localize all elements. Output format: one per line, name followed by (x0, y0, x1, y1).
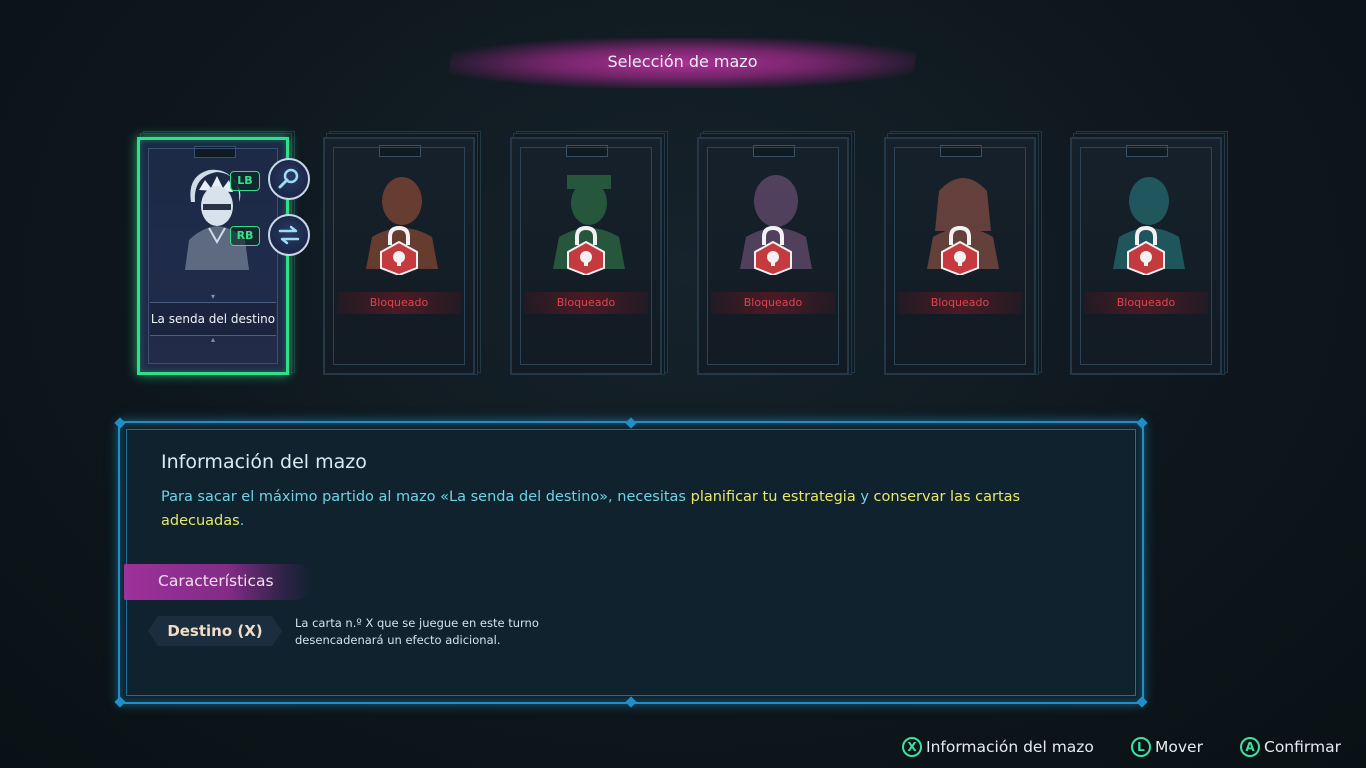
magnifier-icon (278, 168, 299, 189)
character-silhouette (1086, 159, 1208, 271)
hint-move[interactable]: L Mover (1131, 735, 1203, 759)
lock-icon (1127, 225, 1165, 275)
locked-label: Bloqueado (711, 292, 835, 314)
deck-info-panel: Información del mazo Para sacar el máxim… (114, 417, 1148, 708)
deck-card-2[interactable]: Bloqueado (510, 131, 670, 380)
rb-button-hint: RB (230, 226, 260, 246)
characteristics-label: Características (158, 572, 274, 590)
locked-label: Bloqueado (1084, 292, 1208, 314)
l-stick-icon: L (1131, 737, 1151, 757)
page-title: Selección de mazo (607, 52, 758, 71)
info-title: Información del mazo (161, 451, 367, 473)
deck-card-face: Bloqueado (884, 137, 1036, 375)
lock-icon (754, 225, 792, 275)
deck-card-4[interactable]: Bloqueado (884, 131, 1044, 380)
desc-text: y (855, 489, 874, 505)
hint-label: Confirmar (1264, 738, 1341, 756)
deck-card-1[interactable]: Bloqueado (323, 131, 483, 380)
deck-card-face: ▾ La senda del destino ▴ (137, 137, 289, 375)
ornament-top: ▾ (210, 292, 215, 301)
desc-text: . (239, 513, 245, 529)
locked-label: Bloqueado (337, 292, 461, 314)
swap-button[interactable] (268, 214, 310, 256)
character-silhouette (526, 159, 648, 271)
hint-label: Mover (1155, 738, 1203, 756)
deck-card-face: Bloqueado (510, 137, 662, 375)
hint-deck-info[interactable]: X Información del mazo (902, 735, 1094, 759)
magnifier-button[interactable] (268, 158, 310, 200)
a-button-icon: A (1240, 737, 1260, 757)
x-button-icon: X (902, 737, 922, 757)
deck-card-5[interactable]: Bloqueado (1070, 131, 1230, 380)
deck-name: La senda del destino (150, 302, 276, 336)
lock-icon (567, 225, 605, 275)
hint-label: Información del mazo (926, 738, 1094, 756)
characteristics-header: Características (124, 561, 314, 603)
desc-highlight-strategy: planificar tu estrategia (690, 489, 856, 505)
desc-text: Para sacar el máximo partido al mazo «La… (161, 489, 691, 505)
locked-label: Bloqueado (898, 292, 1022, 314)
title-banner: Selección de mazo (446, 28, 919, 94)
character-silhouette (339, 159, 461, 271)
hint-confirm[interactable]: A Confirmar (1240, 735, 1341, 759)
lock-icon (941, 225, 979, 275)
lock-icon (380, 225, 418, 275)
character-silhouette (713, 159, 835, 271)
keyword-description: La carta n.º X que se juegue en este tur… (295, 616, 539, 647)
keyword-tag: Destino (X) (148, 616, 282, 646)
deck-card-face: Bloqueado (323, 137, 475, 375)
ornament-bottom: ▴ (210, 335, 215, 344)
character-silhouette (900, 159, 1022, 271)
swap-icon (278, 225, 300, 245)
deck-card-3[interactable]: Bloqueado (697, 131, 857, 380)
deck-card-0[interactable]: ▾ La senda del destino ▴ LB RB (137, 131, 310, 380)
deck-card-face: Bloqueado (1070, 137, 1222, 375)
deck-card-face: Bloqueado (697, 137, 849, 375)
locked-label: Bloqueado (524, 292, 648, 314)
info-description: Para sacar el máximo partido al mazo «La… (161, 485, 1081, 533)
lb-button-hint: LB (230, 171, 260, 191)
